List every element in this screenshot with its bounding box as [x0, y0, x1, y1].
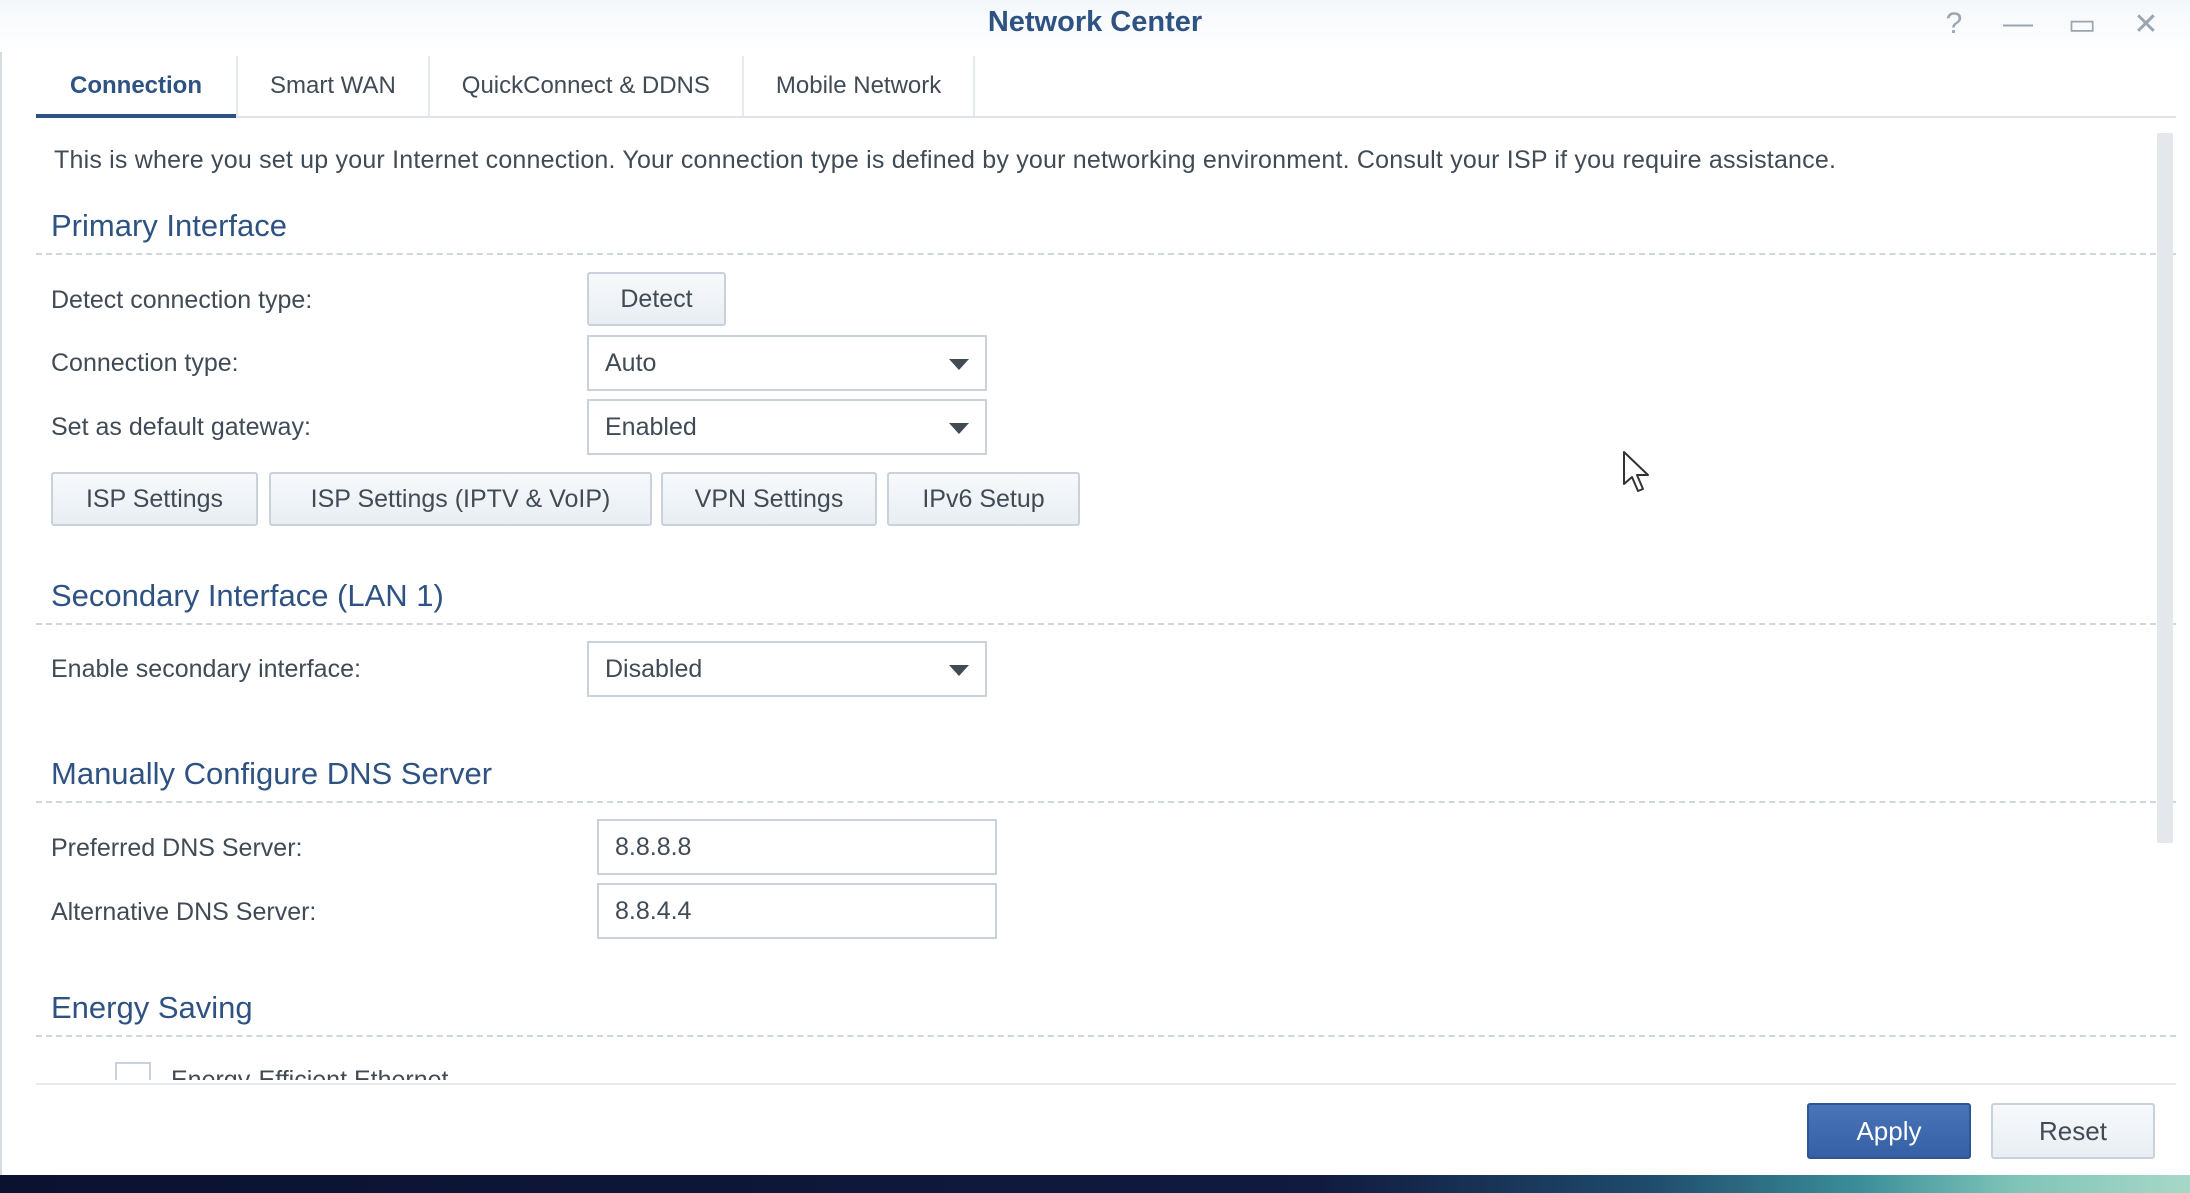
title-bar: Network Center ? — ▭ ✕ — [0, 0, 2190, 52]
tab-smart-wan[interactable]: Smart WAN — [238, 56, 430, 116]
maximize-icon[interactable]: ▭ — [2050, 4, 2114, 44]
content-scrollbar[interactable] — [2157, 133, 2173, 843]
energy-efficient-ethernet-checkbox[interactable] — [115, 1062, 151, 1080]
connection-type-value: Auto — [605, 348, 657, 377]
window-title: Network Center — [987, 6, 1203, 38]
close-icon[interactable]: ✕ — [2114, 4, 2178, 44]
default-gateway-select[interactable]: Enabled — [587, 399, 987, 455]
tab-mobile-network[interactable]: Mobile Network — [744, 56, 976, 116]
window-controls: ? — ▭ ✕ — [1922, 4, 2178, 44]
chevron-down-icon — [949, 359, 969, 370]
energy-efficient-ethernet-label: Energy-Efficient Ethernet — [171, 1066, 449, 1080]
tab-bar: Connection Smart WAN QuickConnect & DDNS… — [36, 56, 2176, 118]
help-icon[interactable]: ? — [1922, 4, 1986, 44]
enable-secondary-select[interactable]: Disabled — [587, 641, 987, 697]
intro-text: This is where you set up your Internet c… — [54, 146, 1837, 174]
vpn-settings-button[interactable]: VPN Settings — [661, 472, 877, 526]
alternative-dns-input[interactable] — [597, 883, 997, 939]
connection-type-label: Connection type: — [51, 349, 239, 377]
connection-type-select[interactable]: Auto — [587, 335, 987, 391]
energy-efficient-ethernet-row: Energy-Efficient Ethernet — [0, 1050, 2190, 1080]
chevron-down-icon — [949, 665, 969, 676]
section-divider — [36, 253, 2176, 255]
mouse-cursor-icon — [1623, 451, 1649, 492]
enable-secondary-label: Enable secondary interface: — [51, 655, 361, 683]
section-title-secondary: Secondary Interface (LAN 1) — [51, 578, 444, 613]
section-divider — [36, 1035, 2176, 1037]
default-gateway-value: Enabled — [605, 412, 697, 441]
section-title-dns: Manually Configure DNS Server — [51, 756, 493, 791]
alternative-dns-label: Alternative DNS Server: — [51, 898, 317, 926]
footer-divider — [36, 1083, 2176, 1085]
ipv6-setup-button[interactable]: IPv6 Setup — [887, 472, 1080, 526]
tab-quickconnect-ddns[interactable]: QuickConnect & DDNS — [430, 56, 744, 116]
detect-button[interactable]: Detect — [587, 272, 726, 326]
preferred-dns-input[interactable] — [597, 819, 997, 875]
isp-iptv-voip-settings-button[interactable]: ISP Settings (IPTV & VoIP) — [269, 472, 652, 526]
section-divider — [36, 623, 2176, 625]
section-title-primary: Primary Interface — [51, 208, 288, 243]
section-divider — [36, 801, 2176, 803]
isp-settings-button[interactable]: ISP Settings — [51, 472, 258, 526]
preferred-dns-label: Preferred DNS Server: — [51, 834, 303, 862]
default-gateway-label: Set as default gateway: — [51, 413, 311, 441]
window-left-border — [0, 52, 2, 1175]
tab-connection[interactable]: Connection — [36, 56, 238, 118]
chevron-down-icon — [949, 423, 969, 434]
desktop-taskbar-strip — [0, 1175, 2190, 1193]
apply-button[interactable]: Apply — [1807, 1103, 1971, 1159]
section-title-energy: Energy Saving — [51, 990, 253, 1025]
enable-secondary-value: Disabled — [605, 654, 703, 683]
detect-connection-label: Detect connection type: — [51, 286, 313, 314]
reset-button[interactable]: Reset — [1991, 1103, 2155, 1159]
minimize-icon[interactable]: — — [1986, 4, 2050, 44]
